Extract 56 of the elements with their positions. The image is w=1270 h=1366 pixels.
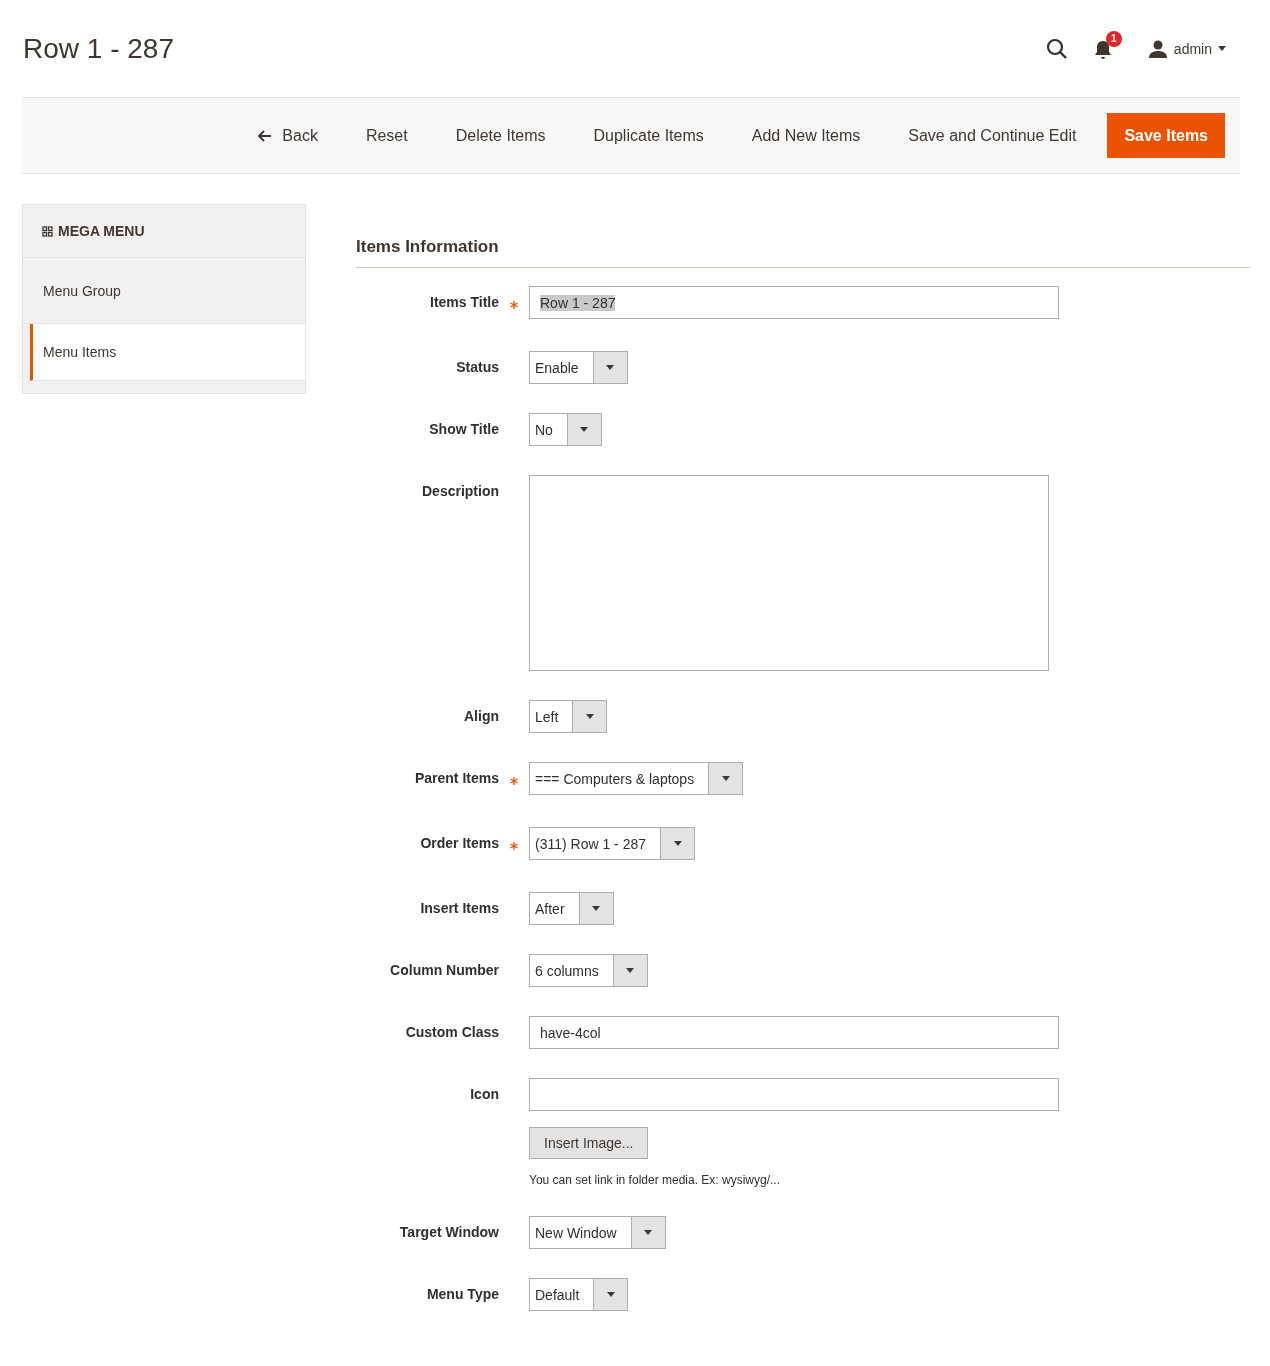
caret-icon <box>606 365 615 370</box>
select-dropdown[interactable]: New Window <box>529 1216 666 1249</box>
select-dropdown[interactable]: 6 columns <box>529 954 648 987</box>
action-button[interactable]: Reset <box>341 113 432 158</box>
select-dropdown[interactable]: Enable <box>529 351 628 384</box>
field-note: You can set link in folder media. Ex: wysiwyg/... <box>529 1173 781 1187</box>
caret-icon <box>626 968 635 973</box>
sidebar-title: MEGA MENU <box>58 223 145 239</box>
notification-badge: 1 <box>1105 30 1122 47</box>
text-field[interactable]: have-4col <box>529 1016 1059 1049</box>
action-button[interactable]: Delete Items <box>431 113 570 158</box>
select-dropdown[interactable]: Left <box>529 700 608 733</box>
insert-image-button[interactable]: Insert Image... <box>529 1127 649 1159</box>
text-field[interactable]: Row 1 - 287 <box>529 286 1059 319</box>
section-title: Items Information <box>356 204 1250 268</box>
select-dropdown[interactable]: (311) Row 1 - 287 <box>529 827 695 860</box>
select-dropdown[interactable]: No <box>529 413 602 446</box>
action-button[interactable]: Duplicate Items <box>569 113 728 158</box>
field-label: Column Number <box>389 961 499 980</box>
select-dropdown[interactable]: Default <box>529 1278 629 1311</box>
field-label: Custom Class <box>404 1023 499 1042</box>
field-label: Items Title <box>429 293 499 312</box>
save-button[interactable]: Save Items <box>1107 113 1225 158</box>
grid-icon <box>42 225 53 237</box>
textarea-field[interactable] <box>529 475 1049 671</box>
caret-icon <box>644 1230 653 1235</box>
field-label: Target Window <box>398 1223 499 1242</box>
field-label: Description <box>421 482 499 501</box>
caret-icon <box>673 841 682 846</box>
caret-icon <box>592 906 601 911</box>
field-label: Parent Items <box>413 769 499 788</box>
select-dropdown[interactable]: After <box>529 892 614 925</box>
page-title: Row 1 - 287 <box>23 32 174 65</box>
search-icon[interactable] <box>1045 37 1068 60</box>
field-label: Menu Type <box>425 1285 499 1304</box>
arrow-left-icon <box>258 129 273 142</box>
action-button[interactable]: Add New Items <box>727 113 885 158</box>
user-menu[interactable]: admin <box>1147 39 1226 58</box>
action-button[interactable]: Save and Continue Edit <box>884 113 1101 158</box>
field-label: Order Items <box>419 834 499 853</box>
field-label: Status <box>455 358 499 377</box>
select-dropdown[interactable]: === Computers & laptops <box>529 762 744 795</box>
caret-icon <box>721 776 730 781</box>
sidebar-item[interactable]: Menu Items <box>30 324 305 381</box>
field-label: Show Title <box>428 420 499 439</box>
field-label: Align <box>463 707 499 726</box>
caret-icon <box>585 714 594 719</box>
field-label: Icon <box>469 1085 499 1104</box>
text-field[interactable] <box>529 1078 1059 1111</box>
back-button[interactable]: Back <box>234 113 342 158</box>
field-label: Insert Items <box>419 899 499 918</box>
caret-icon <box>606 1292 615 1297</box>
caret-icon <box>580 427 589 432</box>
user-icon <box>1147 39 1168 58</box>
caret-icon <box>1218 46 1226 51</box>
bell-icon[interactable] <box>1093 39 1112 60</box>
